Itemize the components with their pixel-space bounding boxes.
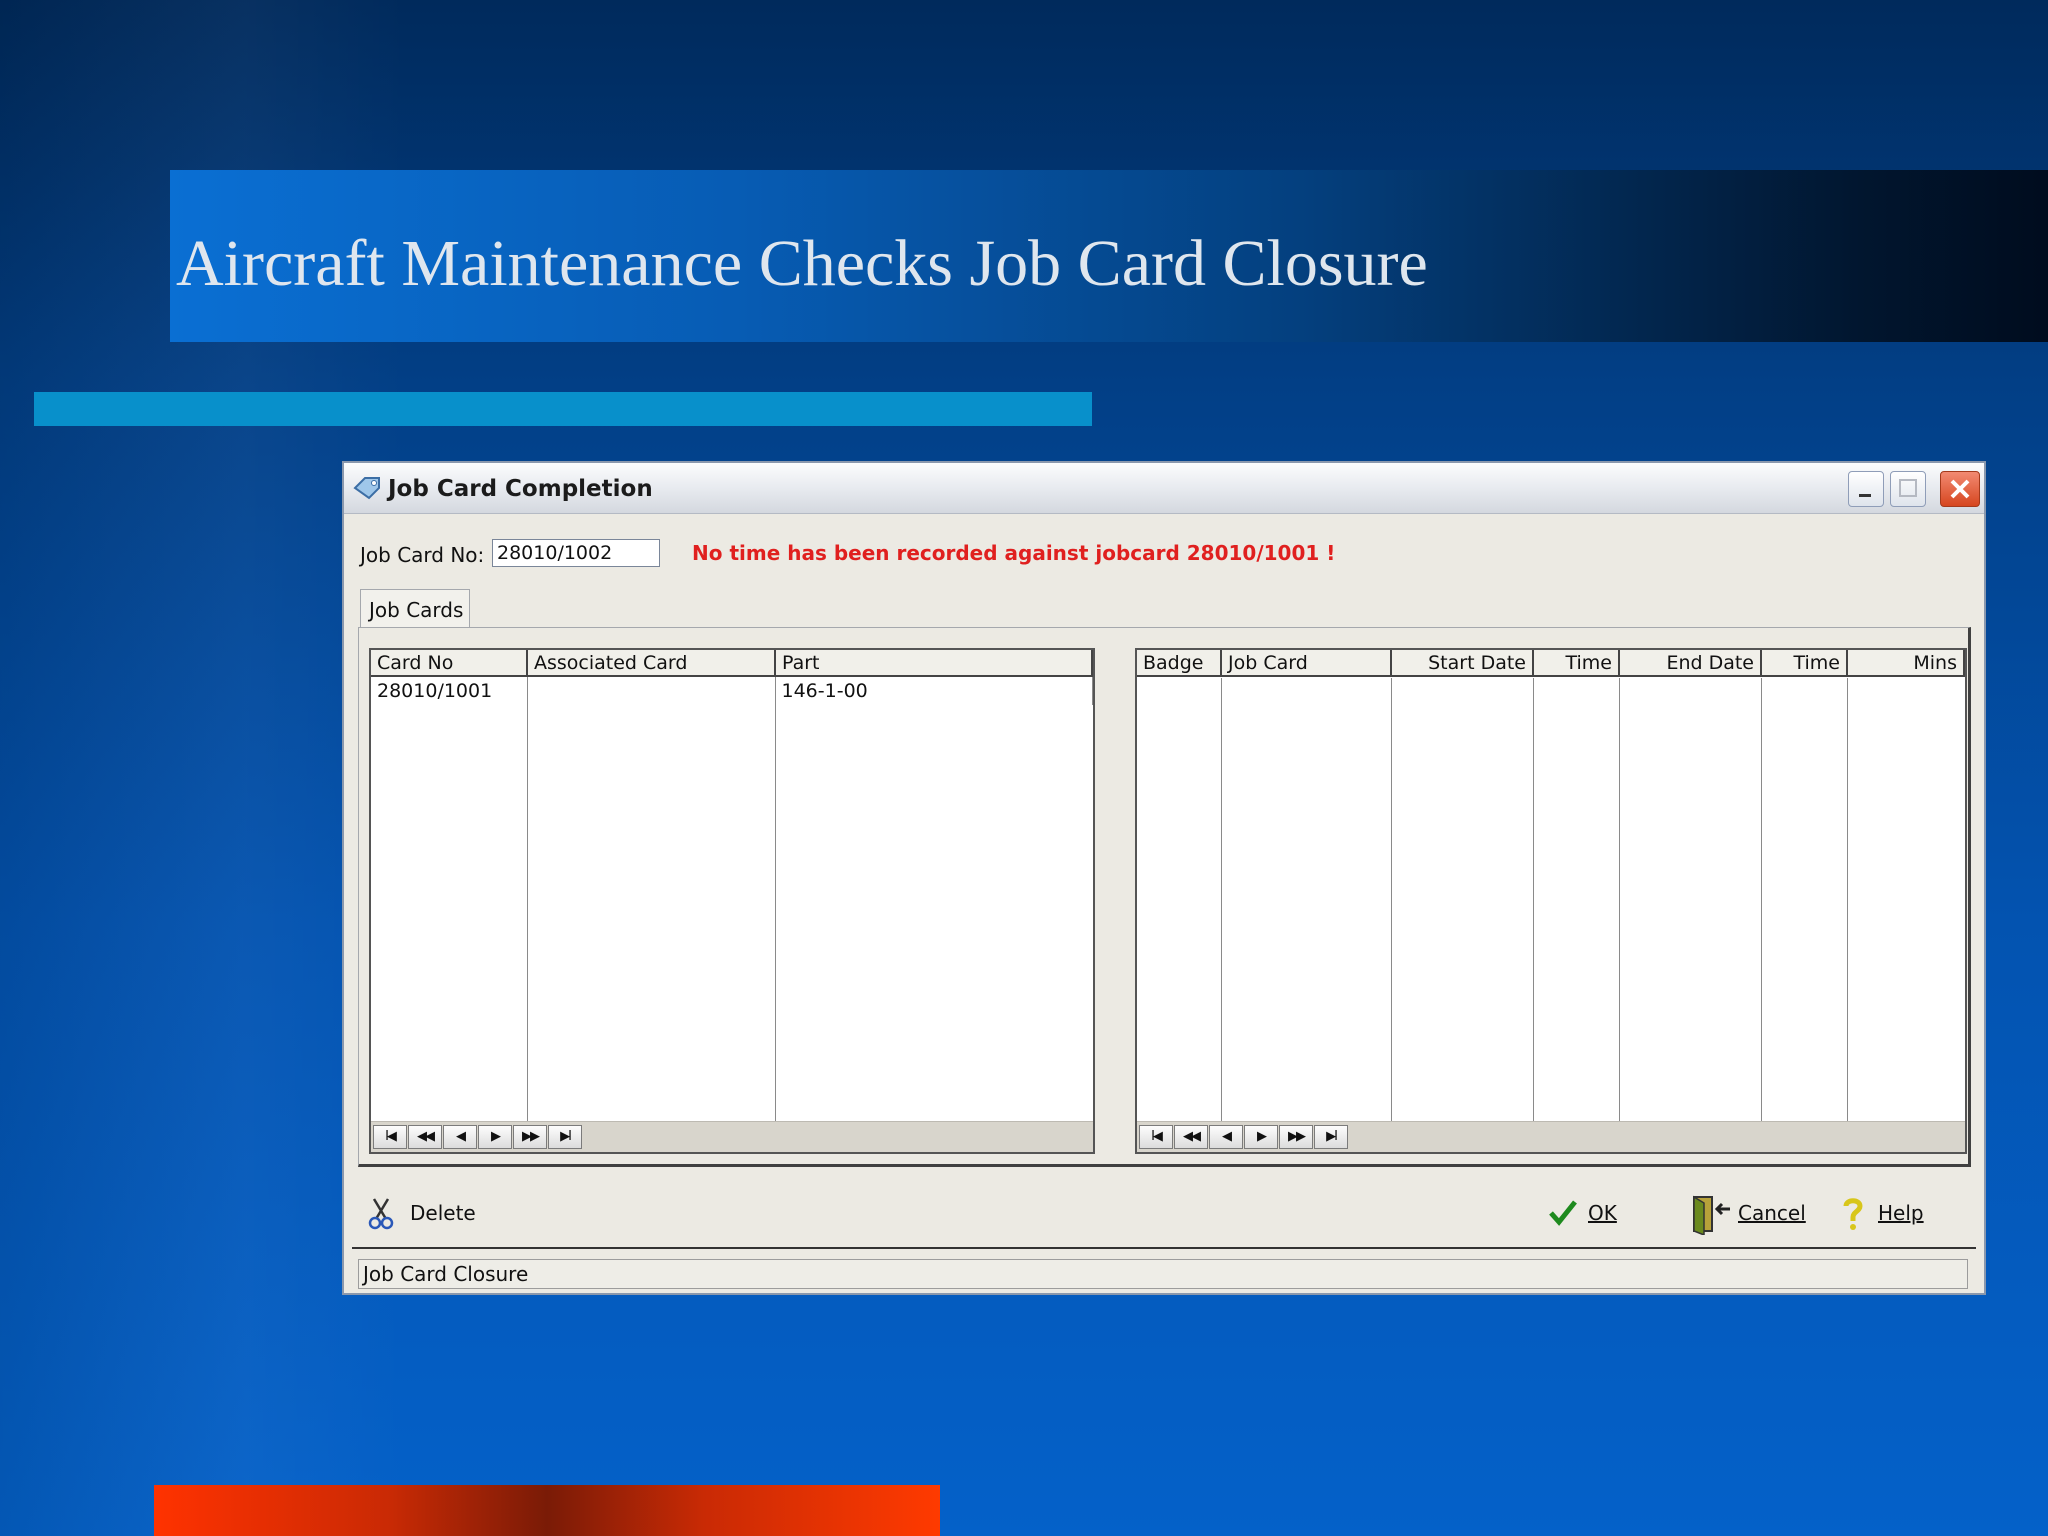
column-divider (775, 678, 776, 1122)
scissors-icon (368, 1198, 394, 1230)
error-message: No time has been recorded against jobcar… (692, 541, 1336, 565)
last-record-button[interactable]: ▶I (548, 1125, 582, 1149)
table-header-row: Badge Job Card Start Date Time End Date … (1137, 650, 1965, 677)
maximize-icon (1899, 479, 1917, 497)
status-bar: Job Card Closure (358, 1259, 1968, 1289)
column-header[interactable]: Time (1533, 650, 1620, 677)
job-cards-tab-panel: Card No Associated Card Part 28010/1001 … (358, 627, 1971, 1167)
column-divider (1761, 678, 1762, 1122)
minimize-button[interactable] (1848, 471, 1884, 507)
column-header[interactable]: Start Date (1391, 650, 1534, 677)
table-row[interactable]: 28010/1001 146-1-00 (371, 676, 1093, 705)
next-page-button[interactable]: ▶▶ (513, 1125, 547, 1149)
column-header[interactable]: End Date (1619, 650, 1762, 677)
prev-record-button[interactable]: ◀ (1209, 1125, 1243, 1149)
tab-job-cards[interactable]: Job Cards (360, 589, 470, 629)
column-divider (1847, 678, 1848, 1122)
grid-navigator: I◀ ◀◀ ◀ ▶ ▶▶ ▶I (1137, 1121, 1965, 1152)
next-page-button[interactable]: ▶▶ (1279, 1125, 1313, 1149)
next-record-button[interactable]: ▶ (478, 1125, 512, 1149)
column-header[interactable]: Associated Card (527, 650, 776, 677)
time-records-table: Badge Job Card Start Date Time End Date … (1137, 650, 1965, 677)
job-cards-table: Card No Associated Card Part 28010/1001 … (371, 650, 1093, 705)
close-icon (1950, 479, 1970, 499)
column-divider (1221, 678, 1222, 1122)
job-card-no-label: Job Card No: (360, 543, 485, 567)
column-header[interactable]: Card No (371, 650, 528, 677)
window-title: Job Card Completion (388, 476, 653, 502)
last-record-button[interactable]: ▶I (1314, 1125, 1348, 1149)
minimize-icon (1859, 494, 1871, 497)
delete-label: Delete (410, 1201, 476, 1225)
table-cell (527, 676, 776, 705)
ok-button[interactable]: OK (1548, 1200, 1628, 1237)
accent-bar (34, 392, 1092, 426)
first-record-button[interactable]: I◀ (1139, 1125, 1173, 1149)
column-header[interactable]: Time (1761, 650, 1848, 677)
prev-page-button[interactable]: ◀◀ (408, 1125, 442, 1149)
column-divider (1391, 678, 1392, 1122)
close-button[interactable] (1940, 471, 1980, 507)
app-icon (353, 477, 380, 500)
column-divider (1533, 678, 1534, 1122)
job-card-no-input[interactable] (492, 539, 660, 567)
bottom-accent-bar (154, 1485, 940, 1536)
next-record-button[interactable]: ▶ (1244, 1125, 1278, 1149)
grid-navigator: I◀ ◀◀ ◀ ▶ ▶▶ ▶I (371, 1121, 1093, 1152)
column-divider (527, 678, 528, 1122)
table-header-row: Card No Associated Card Part (371, 650, 1093, 677)
checkmark-icon (1549, 1200, 1577, 1226)
help-button[interactable]: Help (1840, 1198, 1930, 1237)
help-label: Help (1878, 1201, 1924, 1225)
first-record-button[interactable]: I◀ (373, 1125, 407, 1149)
column-header[interactable]: Badge (1137, 650, 1222, 677)
column-header[interactable]: Mins (1847, 650, 1965, 677)
ok-label: OK (1588, 1201, 1617, 1225)
maximize-button[interactable] (1890, 471, 1926, 507)
window-titlebar[interactable]: Job Card Completion (344, 463, 1984, 514)
prev-record-button[interactable]: ◀ (443, 1125, 477, 1149)
slide-title: Aircraft Maintenance Checks Job Card Clo… (176, 227, 1428, 300)
column-header[interactable]: Part (775, 650, 1093, 677)
job-card-completion-window: Job Card Completion Job Card No: No time… (342, 461, 1986, 1295)
cancel-button[interactable]: Cancel (1690, 1195, 1810, 1237)
help-icon (1843, 1198, 1863, 1230)
column-divider (1619, 678, 1620, 1122)
table-cell: 28010/1001 (371, 676, 528, 705)
table-cell: 146-1-00 (775, 676, 1093, 705)
exit-door-icon (1693, 1195, 1730, 1235)
prev-page-button[interactable]: ◀◀ (1174, 1125, 1208, 1149)
time-records-grid[interactable]: Badge Job Card Start Date Time End Date … (1135, 648, 1967, 1154)
delete-button[interactable]: Delete (366, 1198, 486, 1237)
column-header[interactable]: Job Card (1221, 650, 1392, 677)
divider (352, 1247, 1976, 1249)
cancel-label: Cancel (1738, 1201, 1806, 1225)
job-cards-grid[interactable]: Card No Associated Card Part 28010/1001 … (369, 648, 1095, 1154)
